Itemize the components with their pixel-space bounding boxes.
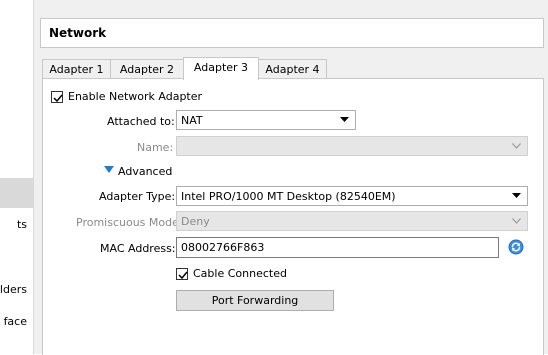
settings-sidebar: ts olders face <box>0 0 34 354</box>
refresh-icon[interactable] <box>508 239 524 255</box>
tab-adapter-3[interactable]: Adapter 3 <box>183 57 259 80</box>
chevron-down-icon <box>512 193 521 198</box>
advanced-toggle[interactable]: Advanced <box>118 165 172 178</box>
sidebar-item-label: ts <box>16 218 27 231</box>
port-forwarding-button[interactable]: Port Forwarding <box>176 290 334 311</box>
adapter-type-select[interactable]: Intel PRO/1000 MT Desktop (82540EM) <box>176 186 528 206</box>
attached-to-label: Attached to: <box>107 115 175 128</box>
mac-address-input[interactable]: 08002766F863 <box>176 237 499 258</box>
promiscuous-mode-label: Promiscuous Mode: <box>76 216 183 229</box>
sidebar-item-user-interface[interactable]: face <box>0 307 33 337</box>
promiscuous-mode-value: Deny <box>181 215 210 228</box>
sidebar-item-shared-folders[interactable]: olders <box>0 275 33 305</box>
tab-adapter-2[interactable]: Adapter 2 <box>110 59 184 79</box>
mac-address-value: 08002766F863 <box>181 241 265 254</box>
adapter-settings-panel: Enable Network Adapter Attached to: NAT … <box>42 78 544 355</box>
name-select[interactable] <box>176 136 528 156</box>
sidebar-item-label: olders <box>0 283 27 296</box>
sidebar-item-network[interactable] <box>0 178 33 208</box>
mac-address-label: MAC Address: <box>100 242 176 255</box>
chevron-down-icon <box>340 117 349 122</box>
enable-adapter-checkbox[interactable] <box>51 91 63 103</box>
promiscuous-mode-select[interactable]: Deny <box>176 211 528 231</box>
name-label: Name: <box>137 141 174 154</box>
cable-connected-label: Cable Connected <box>193 267 287 280</box>
section-header: Network <box>40 18 544 48</box>
adapter-type-label: Adapter Type: <box>99 190 176 203</box>
triangle-down-icon[interactable] <box>104 166 114 174</box>
page-title: Network <box>49 26 107 40</box>
sidebar-item-label: face <box>3 315 27 328</box>
checkmark-icon <box>53 94 63 103</box>
sidebar-item-ports[interactable]: ts <box>0 210 33 240</box>
checkmark-icon <box>178 271 188 280</box>
tab-adapter-1[interactable]: Adapter 1 <box>42 59 111 79</box>
chevron-down-icon <box>512 218 521 224</box>
settings-main-panel: Network Adapter 1 Adapter 2 Adapter 3 Ad… <box>34 0 548 355</box>
tab-adapter-4[interactable]: Adapter 4 <box>258 59 327 79</box>
enable-adapter-label: Enable Network Adapter <box>68 90 203 103</box>
chevron-down-icon <box>512 143 521 149</box>
cable-connected-checkbox[interactable] <box>176 268 188 280</box>
adapter-type-value: Intel PRO/1000 MT Desktop (82540EM) <box>181 190 396 203</box>
attached-to-value: NAT <box>181 114 203 127</box>
attached-to-select[interactable]: NAT <box>176 110 356 130</box>
